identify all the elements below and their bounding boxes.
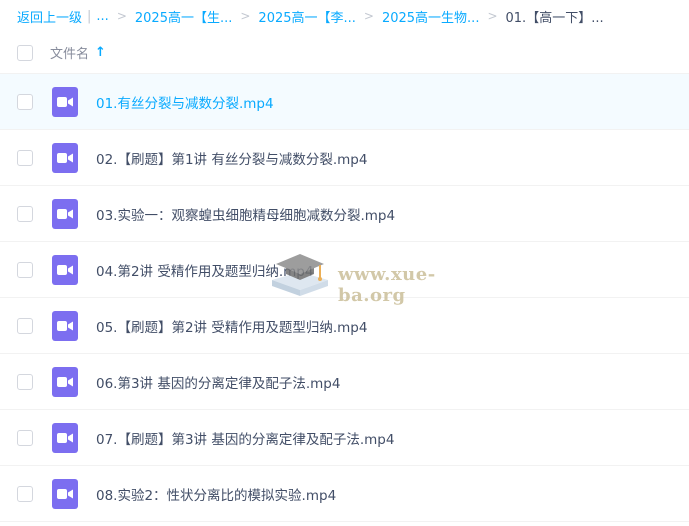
file-name[interactable]: 04.第2讲 受精作用及题型归纳.mp4 [96,260,313,280]
video-file-icon [52,366,78,397]
row-checkbox[interactable] [17,149,33,166]
breadcrumb: 返回上一级 | ... > 2025高一【生... > 2025高一【李... … [0,0,689,32]
file-name[interactable]: 02.【刷题】第1讲 有丝分裂与减数分裂.mp4 [96,148,367,168]
breadcrumb-item[interactable]: 2025高一【生... [135,7,232,26]
row-checkbox[interactable] [17,485,33,502]
row-checkbox[interactable] [17,261,33,278]
breadcrumb-current: 01.【高一下】... [505,10,604,26]
back-link[interactable]: 返回上一级 [17,7,82,26]
chevron-right-icon: > [363,9,374,23]
file-row[interactable]: 08.实验2：性状分离比的模拟实验.mp4 [0,466,689,522]
row-checkbox[interactable] [17,373,33,390]
video-file-icon [52,86,78,117]
video-file-icon [52,254,78,285]
row-checkbox[interactable] [17,93,33,110]
file-name[interactable]: 03.实验一：观察蝗虫细胞精母细胞减数分裂.mp4 [96,204,395,224]
video-file-icon [52,478,78,509]
file-name[interactable]: 07.【刷题】第3讲 基因的分离定律及配子法.mp4 [96,428,394,448]
chevron-right-icon: > [487,9,498,23]
video-file-icon [52,142,78,173]
breadcrumb-item[interactable]: 2025高一【李... [258,7,355,26]
file-name[interactable]: 06.第3讲 基因的分离定律及配子法.mp4 [96,372,340,392]
file-row[interactable]: 01.有丝分裂与减数分裂.mp4 [0,74,689,130]
breadcrumb-divider: | [87,8,92,24]
row-checkbox[interactable] [17,317,33,334]
file-name[interactable]: 05.【刷题】第2讲 受精作用及题型归纳.mp4 [96,316,367,336]
file-list-header: 文件名 ↑ [0,32,689,74]
file-row[interactable]: 05.【刷题】第2讲 受精作用及题型归纳.mp4 [0,298,689,354]
file-row[interactable]: 03.实验一：观察蝗虫细胞精母细胞减数分裂.mp4 [0,186,689,242]
breadcrumb-ellipsis[interactable]: ... [96,9,108,24]
file-row[interactable]: 02.【刷题】第1讲 有丝分裂与减数分裂.mp4 [0,130,689,186]
file-row[interactable]: 06.第3讲 基因的分离定律及配子法.mp4 [0,354,689,410]
video-file-icon [52,422,78,453]
breadcrumb-item[interactable]: 2025高一生物... [382,7,479,26]
file-name[interactable]: 08.实验2：性状分离比的模拟实验.mp4 [96,484,336,504]
arrow-up-icon[interactable]: ↑ [95,45,106,60]
file-list: 01.有丝分裂与减数分裂.mp4 02.【刷题】第1讲 有丝分裂与减数分裂.mp4… [0,74,689,522]
select-all-checkbox[interactable] [17,44,33,61]
column-header-filename[interactable]: 文件名 [50,43,89,62]
file-row[interactable]: 07.【刷题】第3讲 基因的分离定律及配子法.mp4 [0,410,689,466]
file-row[interactable]: 04.第2讲 受精作用及题型归纳.mp4 [0,242,689,298]
file-name[interactable]: 01.有丝分裂与减数分裂.mp4 [96,92,274,112]
row-checkbox[interactable] [17,205,33,222]
video-file-icon [52,198,78,229]
row-checkbox[interactable] [17,429,33,446]
chevron-right-icon: > [116,9,127,23]
chevron-right-icon: > [240,9,251,23]
video-file-icon [52,310,78,341]
